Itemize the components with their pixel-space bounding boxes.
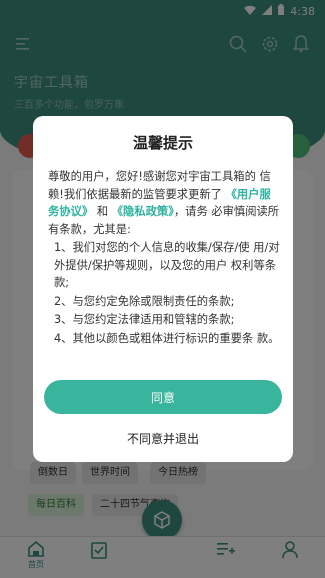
dialog-title: 温馨提示 — [132, 134, 193, 152]
disagree-exit-button[interactable]: 不同意并退出 — [33, 430, 293, 447]
dialog-item-2: 2、与您约定免除或限制责任的条款; — [54, 294, 235, 308]
dialog-item-3: 3、与您约定法律适用和管辖的条款; — [54, 313, 235, 326]
agree-button[interactable]: 同意 — [44, 380, 282, 414]
dialog-intro: 尊敬的用户，您好!感谢您对宇宙工具箱的 信赖!我们依据最新的监管要求更新了 《用… — [48, 168, 280, 238]
privacy-dialog: 温馨提示 尊敬的用户，您好!感谢您对宇宙工具箱的 信赖!我们依据最新的监管要求更… — [33, 116, 293, 462]
dialog-item-1: 1、我们对您的个人信息的收集/保存/使 用/对外提供/保护等规则，以及您的用户 … — [54, 241, 280, 289]
and-text: 和 — [96, 205, 109, 218]
dialog-body: 尊敬的用户，您好!感谢您对宇宙工具箱的 信赖!我们依据最新的监管要求更新了 《用… — [48, 168, 280, 348]
privacy-link[interactable]: 《隐私政策》 — [112, 205, 174, 218]
dialog-item-4: 4、其他以颜色或粗体进行标识的重要条 款。 — [54, 331, 280, 345]
